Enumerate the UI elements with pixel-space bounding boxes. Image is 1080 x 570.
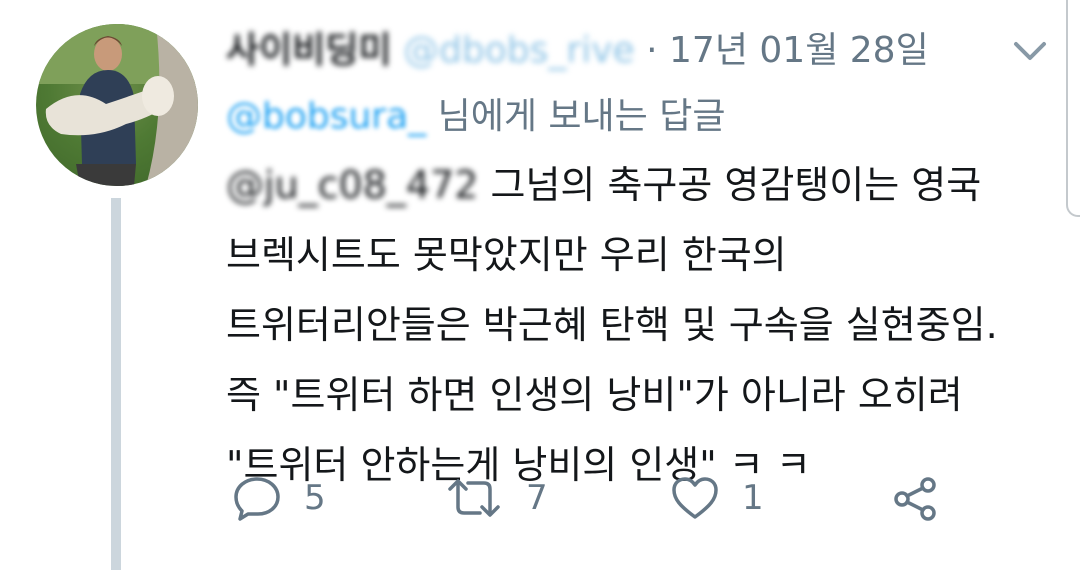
tweet-line-2: 브렉시트도 못막았지만 우리 한국의 [226,233,787,277]
author-name[interactable]: 사이비딩미 [226,30,392,71]
more-options-button[interactable] [1010,34,1050,66]
action-bar: 5 7 1 [226,470,986,526]
tweet-header: 사이비딩미 @dbobs_rive · 17년 01월 28일 [226,26,1006,76]
like-button[interactable]: 1 [670,470,764,526]
share-icon [894,477,936,521]
replying-to: @bobsura_ 님에게 보내는 답글 [226,90,725,144]
thread-line [111,198,121,570]
retweet-count: 7 [526,478,548,518]
tweet-line-3: 트위터리안들은 박근혜 탄핵 및 구속을 실현중임. [226,303,998,347]
avatar-photo [36,24,198,186]
chevron-down-icon [1014,42,1046,60]
reply-count: 5 [304,478,326,518]
reply-icon [234,477,280,521]
reply-to-handle[interactable]: @bobsura_ [226,96,426,137]
retweet-button[interactable]: 7 [444,470,548,526]
tweet-line-4: 즉 "트위터 하면 인생의 낭비"가 아니라 오히려 [226,373,963,417]
mention[interactable]: @ju_c08_472 [226,163,478,207]
avatar[interactable] [36,24,198,186]
reply-button[interactable]: 5 [232,470,326,526]
retweet-icon [448,479,500,517]
tweet-date[interactable]: 17년 01월 28일 [669,30,929,71]
tweet-text: @ju_c08_472 그넘의 축구공 영감탱이는 영국 브렉시트도 못막았지만… [226,150,1046,500]
tweet-line-text: 그넘의 축구공 영감탱이는 영국 [478,163,982,207]
like-count: 1 [742,478,764,518]
tweet-line-1: @ju_c08_472 그넘의 축구공 영감탱이는 영국 [226,150,1046,220]
heart-icon [672,477,718,519]
share-button[interactable] [890,470,940,526]
reply-to-suffix: 님에게 보내는 답글 [437,96,726,137]
header-separator: · [646,30,658,71]
author-handle[interactable]: @dbobs_rive [403,30,635,71]
scrollbar-edge[interactable] [1066,0,1080,217]
